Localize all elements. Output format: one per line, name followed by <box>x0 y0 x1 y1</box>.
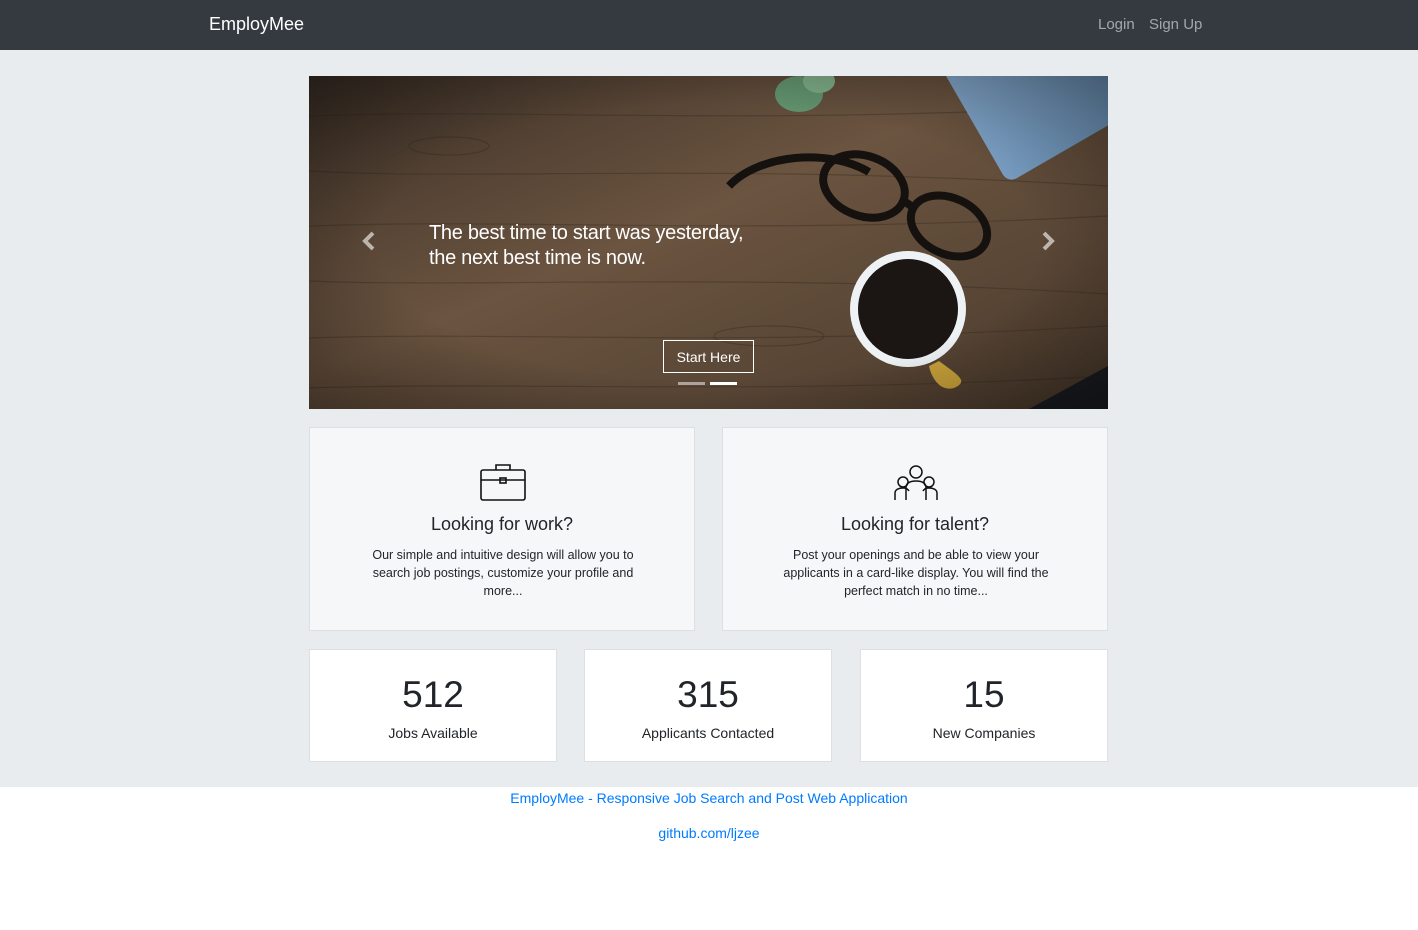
hero-caption-line-2: the next best time is now. <box>429 247 646 269</box>
carousel-indicator-1[interactable] <box>678 382 705 385</box>
brand-link[interactable]: EmployMee <box>209 14 304 35</box>
main-content: The best time to start was yesterday, th… <box>0 50 1418 787</box>
login-link[interactable]: Login <box>1098 16 1135 33</box>
feature-description: Our simple and intuitive design will all… <box>372 548 634 598</box>
stat-label: Applicants Contacted <box>641 725 775 741</box>
feature-title: Looking for talent? <box>840 514 990 534</box>
stat-new-companies: 15 New Companies <box>860 649 1108 762</box>
team-icon <box>894 465 938 500</box>
carousel-prev-button[interactable] <box>354 226 384 256</box>
stat-value: 315 <box>677 674 739 715</box>
feature-description: Post your openings and be able to view y… <box>783 548 1049 598</box>
stat-value: 15 <box>963 674 1005 715</box>
footer-github-link[interactable]: github.com/ljzee <box>0 825 1418 841</box>
navbar: EmployMee Login Sign Up <box>0 0 1418 50</box>
stat-value: 512 <box>402 674 464 715</box>
signup-link[interactable]: Sign Up <box>1149 16 1202 33</box>
start-here-button[interactable]: Start Here <box>663 340 754 373</box>
hero-caption-line-1: The best time to start was yesterday, <box>429 222 744 244</box>
stat-jobs-available: 512 Jobs Available <box>309 649 557 762</box>
hero-carousel: The best time to start was yesterday, th… <box>309 76 1108 409</box>
feature-card-talent: Looking for talent? Post your openings a… <box>722 427 1108 631</box>
chevron-left-icon <box>362 231 375 251</box>
feature-title: Looking for work? <box>430 514 574 534</box>
stat-applicants-contacted: 315 Applicants Contacted <box>584 649 832 762</box>
briefcase-icon <box>480 464 526 501</box>
carousel-indicator-2[interactable] <box>710 382 737 385</box>
stat-label: New Companies <box>932 725 1036 741</box>
chevron-right-icon <box>1042 231 1055 251</box>
hero-caption: The best time to start was yesterday, th… <box>429 221 744 271</box>
footer: EmployMee - Responsive Job Search and Po… <box>0 787 1418 930</box>
stat-label: Jobs Available <box>388 725 478 741</box>
feature-card-work: Looking for work? Our simple and intuiti… <box>309 427 695 631</box>
footer-project-link[interactable]: EmployMee - Responsive Job Search and Po… <box>0 790 1418 806</box>
carousel-next-button[interactable] <box>1033 226 1063 256</box>
